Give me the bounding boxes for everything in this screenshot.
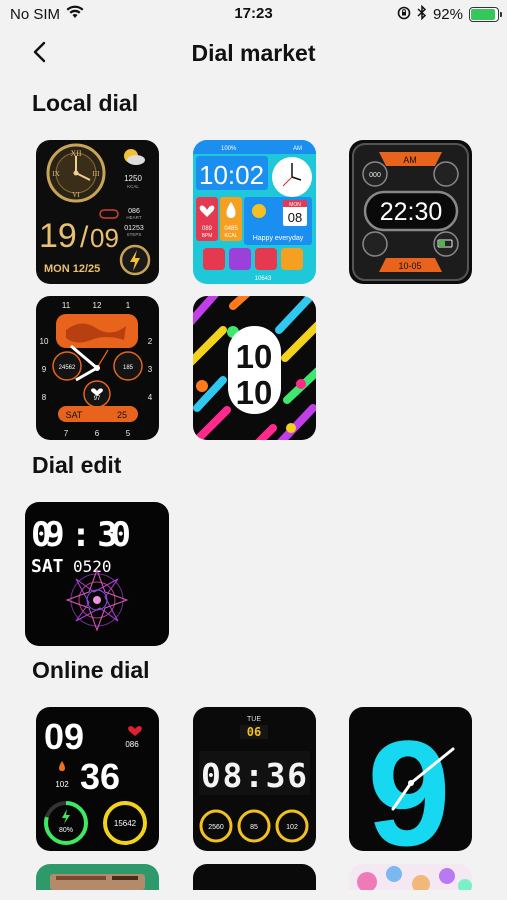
online-dial-1-minute: 36	[80, 756, 120, 797]
online-dial-3[interactable]: 9	[349, 707, 472, 851]
local-dial-3-stat: 000	[369, 172, 381, 179]
online-dial-2-stat2: 85	[250, 824, 258, 831]
local-dial-4-date: 25	[117, 410, 127, 420]
local-dial-4-hour-5: 5	[126, 429, 131, 438]
local-dial-2-ampm: AM	[293, 146, 302, 152]
local-dial-1-stat1: 1250	[124, 174, 142, 183]
battery-level-fill	[471, 9, 495, 20]
local-dial-4-hour-12: 12	[93, 301, 102, 310]
local-dial-2-cal-month: MON	[289, 202, 301, 208]
online-dial-1[interactable]: 09 086 102 36 80% 15642	[36, 707, 159, 851]
local-dial-2-stat1-unit: BPM	[202, 233, 213, 239]
section-title-dial-edit: Dial edit	[32, 452, 122, 478]
local-dial-4-heart: 97	[94, 396, 101, 402]
local-dial-2-stat2-unit: KCAL	[224, 233, 237, 239]
local-dial-3-time: 22:30	[380, 198, 443, 226]
local-dial-4-hour-8: 8	[42, 393, 47, 402]
online-dial-2-day: TUE	[247, 716, 261, 723]
local-dial-5[interactable]: 10 10	[193, 296, 316, 440]
local-dial-2-stat1: 089	[202, 226, 213, 232]
online-dial-2-date: 06	[247, 725, 261, 739]
local-dial-3-ampm: AM	[403, 155, 417, 165]
online-dial-1-steps: 15642	[114, 819, 137, 828]
local-dial-2-time: 10:02	[199, 160, 264, 190]
local-dial-1-stat2-unit: HEART	[126, 215, 141, 220]
local-dial-1[interactable]: XII III VI IX 1250 KCAL 19 / 09 086 HEAR…	[36, 140, 159, 284]
local-dial-2-cal-day: 08	[288, 210, 302, 225]
local-dial-1-day: 19	[39, 217, 77, 255]
local-dial-3[interactable]: AM 000 22:30 10-05	[349, 140, 472, 284]
local-dial-2-battery: 100%	[221, 146, 237, 152]
edit-dial-date: 0520	[73, 557, 112, 576]
edit-dial[interactable]: 09 : 30 SAT 0520	[25, 502, 169, 646]
bluetooth-icon	[417, 4, 427, 24]
online-dial-2-stat1: 2560	[208, 824, 224, 831]
local-dial-2[interactable]: 100% AM 10:02 089 BPM 0485 KCAL MON 08 H…	[193, 140, 316, 284]
local-dial-4-steps: 24562	[59, 365, 76, 371]
local-dial-4-hour-11: 11	[62, 301, 71, 310]
local-dial-4-hour-9: 9	[42, 365, 47, 374]
online-dial-4[interactable]	[36, 864, 159, 890]
local-dial-5-hour: 10	[236, 338, 273, 375]
online-dial-1-hour: 09	[44, 716, 84, 757]
local-dial-4-hour-7: 7	[64, 429, 69, 438]
battery-percent: 92%	[432, 6, 463, 23]
section-title-local-dial: Local dial	[32, 90, 139, 116]
local-dial-1-stat2: 086	[128, 208, 140, 215]
edit-dial-day: SAT	[31, 556, 64, 577]
local-dial-1-month: 09	[90, 223, 119, 253]
local-dial-3-date: 10-05	[398, 261, 421, 271]
local-dial-4-kcal: 185	[123, 365, 134, 371]
section-title-online-dial: Online dial	[32, 657, 150, 683]
local-dial-4-hour-2: 2	[148, 337, 153, 346]
online-dial-2-time: 08:36	[201, 756, 307, 795]
page-title: Dial market	[191, 40, 316, 66]
status-bar: No SIM 17:23 92%	[0, 0, 507, 28]
online-dial-6[interactable]	[349, 864, 472, 890]
online-dial-1-heart: 086	[125, 740, 139, 749]
local-dial-2-greeting: Happy everyday	[253, 235, 304, 242]
local-dial-4-hour-3: 3	[148, 365, 153, 374]
local-dial-4-hour-6: 6	[95, 429, 100, 438]
online-dial-1-kcal: 102	[55, 780, 69, 789]
local-dial-1-date-line: MON 12/25	[44, 263, 100, 275]
local-dial-4-hour-10: 10	[40, 337, 49, 346]
navigation-bar: Dial market	[0, 30, 507, 76]
svg-text:III: III	[93, 170, 101, 178]
local-dial-4-hour-4: 4	[148, 393, 153, 402]
online-dial-1-progress: 80%	[59, 827, 73, 834]
edit-dial-time: 09 : 30	[31, 515, 131, 555]
local-dial-1-stat1-unit: KCAL	[127, 184, 139, 189]
local-dial-2-stat2: 0485	[224, 226, 238, 232]
online-dial-5[interactable]	[193, 864, 316, 890]
local-dial-4[interactable]: 12 1 2 3 4 5 6 7 8 9 10 11 24562 185 97 …	[36, 296, 159, 440]
svg-text:/: /	[80, 221, 89, 254]
local-dial-1-stat3: 01253	[124, 225, 144, 232]
online-dial-3-numeral: 9	[367, 709, 450, 851]
local-dial-2-steps: 10643	[255, 276, 272, 282]
local-dial-4-day: SAT	[66, 410, 83, 420]
orientation-lock-icon	[397, 6, 411, 24]
online-dial-2-stat3: 102	[286, 824, 298, 831]
online-dial-2[interactable]: TUE 06 08:36 2560 85 102	[193, 707, 316, 851]
local-dial-1-stat3-unit: STEPS	[127, 232, 142, 237]
svg-text:VI: VI	[72, 191, 80, 199]
local-dial-5-minute: 10	[236, 374, 273, 411]
local-dial-4-hour-1: 1	[126, 301, 131, 310]
svg-text:IX: IX	[52, 170, 59, 178]
battery-icon	[469, 7, 502, 22]
